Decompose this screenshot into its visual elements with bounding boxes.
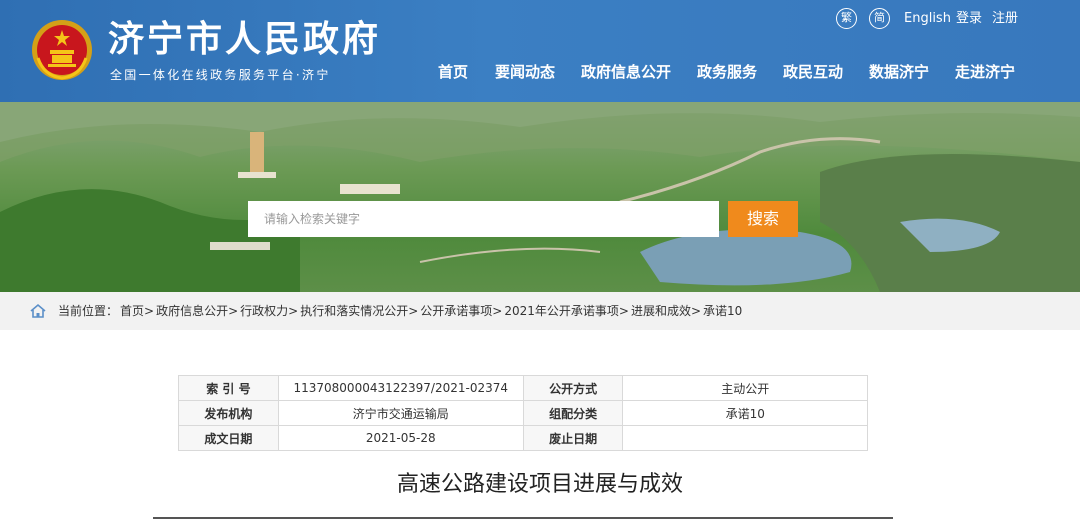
nav-gov-info[interactable]: 政府信息公开: [581, 62, 671, 82]
breadcrumb-item-implementation[interactable]: 执行和落实情况公开>: [300, 304, 418, 318]
breadcrumb-item-commitments[interactable]: 公开承诺事项>: [420, 304, 502, 318]
disclosure-method-label: 公开方式: [522, 375, 624, 401]
breadcrumb-item-2021-commitments[interactable]: 2021年公开承诺事项>: [504, 304, 629, 318]
publisher-label: 发布机构: [178, 400, 279, 426]
nav-data[interactable]: 数据济宁: [869, 62, 929, 82]
english-link[interactable]: English: [904, 9, 951, 29]
site-subtitle: 全国一体化在线政务服务平台·济宁: [110, 68, 331, 82]
title-divider: [153, 517, 893, 519]
table-row: 成文日期 2021-05-28 废止日期: [178, 425, 868, 451]
index-number-value: 113708000043122397/2021-02374: [277, 375, 524, 401]
site-header: 济宁市人民政府 全国一体化在线政务服务平台·济宁 繁 简 English 登录 …: [0, 0, 1080, 102]
publisher-value: 济宁市交通运输局: [277, 400, 524, 426]
breadcrumb: 当前位置： 首页> 政府信息公开> 行政权力> 执行和落实情况公开> 公开承诺事项> 202…: [0, 292, 1080, 330]
nav-interaction[interactable]: 政民互动: [783, 62, 843, 82]
login-link[interactable]: 登录: [956, 9, 982, 29]
expiry-date-label: 废止日期: [522, 425, 624, 451]
index-number-label: 索 引 号: [178, 375, 279, 401]
nav-about[interactable]: 走进济宁: [955, 62, 1015, 82]
site-title[interactable]: 济宁市人民政府: [108, 20, 381, 60]
landscape-illustration: [0, 102, 1080, 292]
written-date-label: 成文日期: [178, 425, 279, 451]
search-input[interactable]: 请输入检索关键字: [248, 201, 719, 237]
hero-banner: 请输入检索关键字 搜索: [0, 102, 1080, 292]
disclosure-method-value: 主动公开: [622, 375, 868, 401]
breadcrumb-prefix: 当前位置：: [58, 304, 119, 318]
document-title: 高速公路建设项目进展与成效: [396, 472, 683, 497]
breadcrumb-item-home[interactable]: 首页>: [120, 304, 154, 318]
written-date-value: 2021-05-28: [277, 425, 524, 451]
breadcrumb-item-gov-info[interactable]: 政府信息公开>: [156, 304, 238, 318]
table-row: 发布机构 济宁市交通运输局 组配分类 承诺10: [178, 400, 868, 426]
nav-gov-services[interactable]: 政务服务: [697, 62, 757, 82]
home-icon: [30, 303, 46, 318]
register-link[interactable]: 注册: [992, 9, 1018, 29]
breadcrumb-trail: 当前位置： 首页> 政府信息公开> 行政权力> 执行和落实情况公开> 公开承诺事项> 202…: [58, 303, 744, 319]
table-row: 索 引 号 113708000043122397/2021-02374 公开方式…: [178, 375, 868, 401]
nav-news[interactable]: 要闻动态: [495, 62, 555, 82]
category-label: 组配分类: [522, 400, 624, 426]
nav-home[interactable]: 首页: [438, 62, 468, 82]
breadcrumb-item-current: 承诺10: [703, 304, 743, 318]
category-value: 承诺10: [622, 400, 868, 426]
breadcrumb-item-admin-power[interactable]: 行政权力>: [240, 304, 298, 318]
search-button[interactable]: 搜索: [728, 201, 798, 237]
expiry-date-value: [622, 425, 868, 451]
breadcrumb-item-progress[interactable]: 进展和成效>: [631, 304, 701, 318]
simplified-chinese-toggle[interactable]: 简: [869, 8, 890, 29]
document-info-table: 索 引 号 113708000043122397/2021-02374 公开方式…: [178, 375, 868, 451]
traditional-chinese-toggle[interactable]: 繁: [836, 8, 857, 29]
national-emblem-icon: [32, 20, 92, 80]
